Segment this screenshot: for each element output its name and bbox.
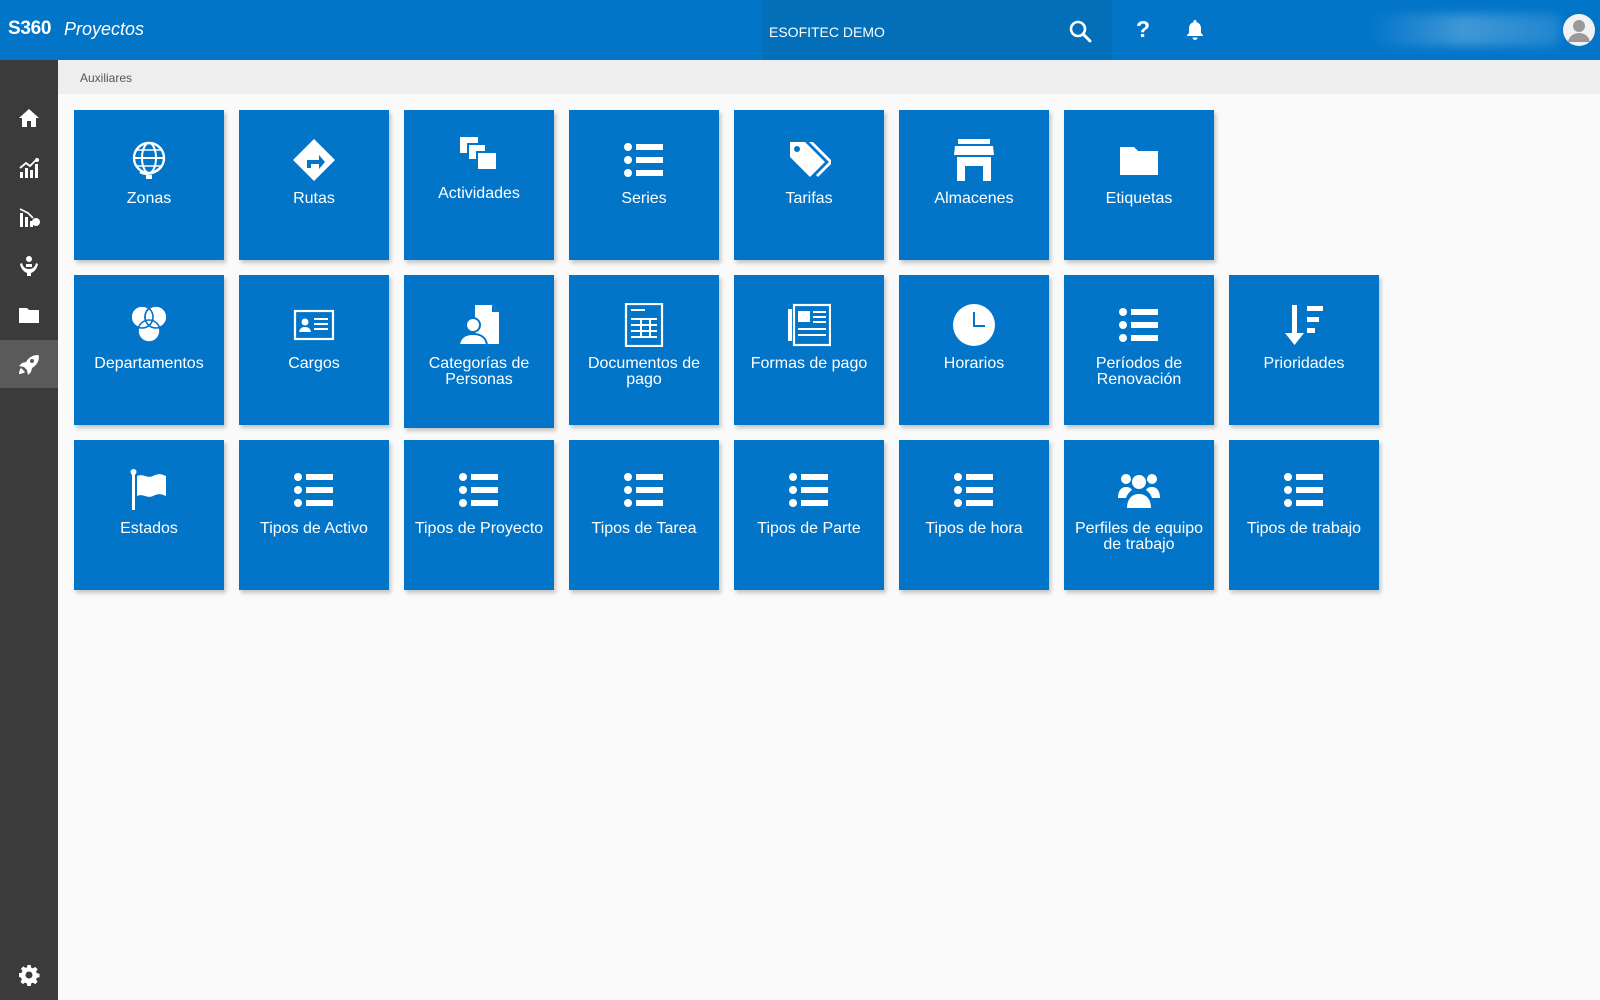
tile-tipos-activo[interactable]: Tipos de Activo xyxy=(239,440,389,590)
top-bar: S360 Proyectos ESOFITEC DEMO ? xyxy=(0,0,1600,60)
list-icon xyxy=(789,473,828,507)
id-card-icon xyxy=(293,309,335,341)
tile-label: Zonas xyxy=(126,190,172,207)
tile-label: Categorías de Personas xyxy=(428,355,530,388)
sidebar xyxy=(0,60,58,1000)
folder-icon xyxy=(19,308,39,323)
rocket-icon xyxy=(19,355,39,375)
sidebar-item-support[interactable] xyxy=(0,242,58,290)
sidebar-item-settings[interactable] xyxy=(0,951,58,999)
globe-icon xyxy=(132,141,166,179)
list-icon xyxy=(1284,473,1323,507)
tile-prioridades[interactable]: Prioridades xyxy=(1229,275,1379,425)
tile-perfiles[interactable]: Perfiles de equipo de trabajo xyxy=(1064,440,1214,590)
list-icon xyxy=(624,143,663,177)
home-icon xyxy=(19,109,39,127)
tile-tipos-proyecto[interactable]: Tipos de Proyecto xyxy=(404,440,554,590)
tile-horarios[interactable]: Horarios xyxy=(899,275,1049,425)
copy-icon xyxy=(460,137,498,171)
analytics-icon xyxy=(19,208,40,227)
tile-rutas[interactable]: Rutas xyxy=(239,110,389,260)
list-icon xyxy=(294,473,333,507)
tile-estados[interactable]: Estados xyxy=(74,440,224,590)
tile-etiquetas[interactable]: Etiquetas xyxy=(1064,110,1214,260)
tile-tipos-tarea[interactable]: Tipos de Tarea xyxy=(569,440,719,590)
tile-label: Perfiles de equipo de trabajo xyxy=(1074,520,1204,553)
sidebar-item-analytics[interactable] xyxy=(0,193,58,241)
tile-zonas[interactable]: Zonas xyxy=(74,110,224,260)
store-icon xyxy=(954,139,994,181)
sidebar-item-projects[interactable] xyxy=(0,340,58,388)
tile-label: Rutas xyxy=(293,190,335,207)
tile-actividades[interactable]: Actividades xyxy=(404,110,554,260)
chart-icon xyxy=(19,158,39,178)
folder-icon xyxy=(1120,147,1158,175)
tile-periodos[interactable]: Períodos de Renovación xyxy=(1064,275,1214,425)
tile-label: Tipos de Tarea xyxy=(591,520,697,537)
newspaper-icon xyxy=(788,303,831,347)
hand-icon xyxy=(20,256,38,276)
person-document-icon xyxy=(457,305,499,346)
sidebar-item-home[interactable] xyxy=(0,94,58,142)
search-icon[interactable] xyxy=(1068,19,1092,43)
breadcrumb-item: Auxiliares xyxy=(80,71,133,85)
gear-icon xyxy=(19,965,40,986)
tile-label: Tipos de Parte xyxy=(757,520,861,537)
tile-label: Prioridades xyxy=(1263,355,1345,372)
tile-label: Etiquetas xyxy=(1105,190,1173,207)
list-icon xyxy=(624,473,663,507)
tile-label: Tipos de hora xyxy=(925,520,1023,537)
tile-label: Actividades xyxy=(438,185,520,202)
tile-tipos-trabajo[interactable]: Tipos de trabajo xyxy=(1229,440,1379,590)
tile-label: Tipos de Proyecto xyxy=(414,520,544,537)
tile-documentos[interactable]: Documentos de pago xyxy=(569,275,719,425)
tile-label: Tipos de trabajo xyxy=(1246,520,1362,537)
help-icon[interactable]: ? xyxy=(1131,16,1155,42)
list-icon xyxy=(954,473,993,507)
tile-label: Departamentos xyxy=(94,355,204,372)
tile-formas[interactable]: Formas de pago xyxy=(734,275,884,425)
bell-icon[interactable] xyxy=(1183,18,1207,42)
app-logo[interactable]: S360 xyxy=(8,18,51,40)
tile-label: Estados xyxy=(120,520,178,537)
directions-icon xyxy=(293,139,335,181)
tile-label: Cargos xyxy=(288,355,340,372)
tile-label: Tipos de Activo xyxy=(260,520,368,537)
tile-departamentos[interactable]: Departamentos xyxy=(74,275,224,425)
list-icon xyxy=(1119,308,1158,342)
tile-series[interactable]: Series xyxy=(569,110,719,260)
tile-categorias[interactable]: Categorías de Personas xyxy=(404,275,554,428)
tile-tipos-hora[interactable]: Tipos de hora xyxy=(899,440,1049,590)
user-name-blurred xyxy=(1368,14,1560,46)
user-icon xyxy=(1568,20,1590,42)
tags-icon xyxy=(790,142,831,177)
sort-descending-icon xyxy=(1285,305,1323,345)
tile-almacenes[interactable]: Almacenes xyxy=(899,110,1049,260)
tile-tarifas[interactable]: Tarifas xyxy=(734,110,884,260)
sidebar-item-dashboard[interactable] xyxy=(0,144,58,192)
list-icon xyxy=(459,473,498,507)
team-icon xyxy=(1118,474,1160,508)
sidebar-item-files[interactable] xyxy=(0,291,58,339)
tile-label: Series xyxy=(621,190,667,207)
user-avatar[interactable] xyxy=(1563,14,1595,46)
tile-label: Períodos de Renovación xyxy=(1095,355,1183,388)
tile-cargos[interactable]: Cargos xyxy=(239,275,389,425)
document-table-icon xyxy=(624,303,664,347)
tile-label: Almacenes xyxy=(934,190,1014,207)
tile-label: Formas de pago xyxy=(750,355,868,372)
company-selector[interactable]: ESOFITEC DEMO xyxy=(762,0,1112,60)
clock-icon xyxy=(953,304,995,346)
module-title: Proyectos xyxy=(64,19,145,39)
tile-tipos-parte[interactable]: Tipos de Parte xyxy=(734,440,884,590)
tile-label: Documentos de pago xyxy=(587,355,701,388)
breadcrumb: Auxiliares xyxy=(58,60,1600,94)
venn-icon xyxy=(130,305,168,343)
flag-icon xyxy=(130,469,166,510)
company-name: ESOFITEC DEMO xyxy=(769,24,885,40)
tile-label: Tarifas xyxy=(785,190,833,207)
tile-label: Horarios xyxy=(943,355,1005,372)
